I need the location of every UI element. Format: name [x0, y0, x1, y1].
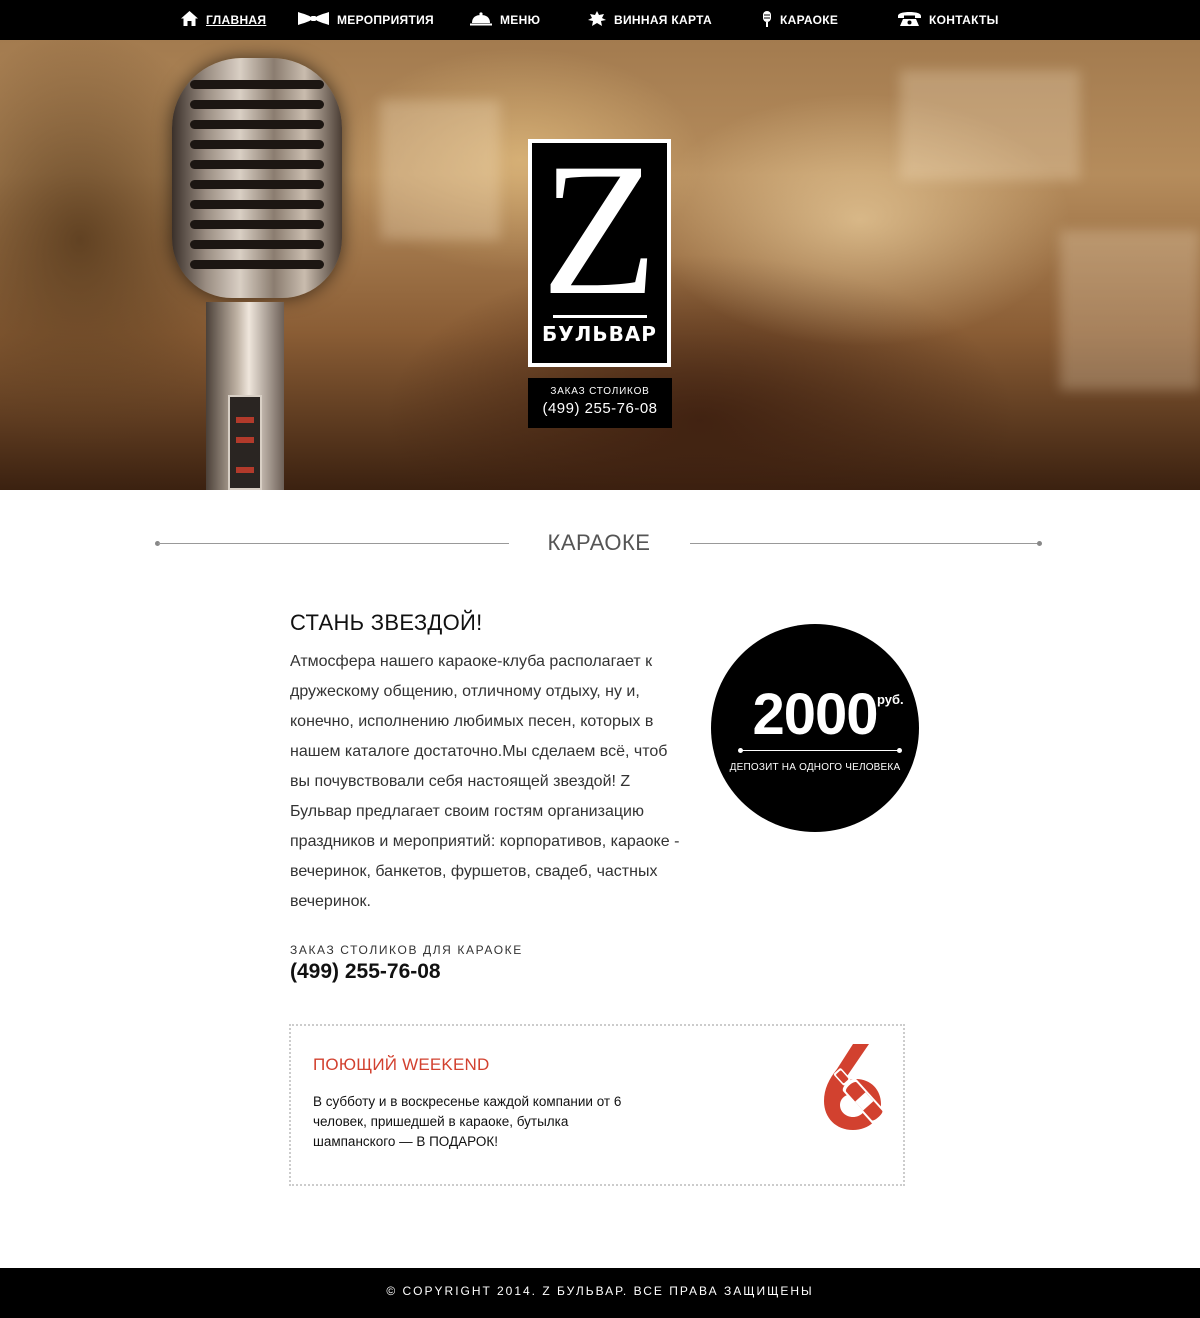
content-heading: СТАНЬ ЗВЕЗДОЙ! — [290, 610, 483, 635]
promo-box: Поющий WEEKEND В субботу и в воскресенье… — [289, 1024, 905, 1186]
hero-background-blur — [900, 70, 1080, 180]
divider-line-left — [158, 543, 509, 544]
divider-line-right — [690, 543, 1040, 544]
logo-subtitle: БУЛЬВАР — [542, 322, 657, 346]
site-footer: © Copyright 2014. Z Бульвар. Все права з… — [0, 1268, 1200, 1318]
microphone-icon — [762, 10, 772, 30]
nav-item-contacts[interactable]: Контакты — [898, 0, 999, 40]
brand-logo[interactable]: Z БУЛЬВАР — [528, 125, 671, 367]
hero-reservation-caption: Заказ столиков — [550, 386, 650, 397]
hero-reservation-box: Заказ столиков (499) 255-76-08 — [528, 378, 672, 428]
microphone-head — [172, 58, 342, 298]
nav-label-contacts: Контакты — [929, 13, 999, 27]
bowtie-icon — [298, 12, 329, 28]
cloche-icon — [470, 11, 492, 29]
microphone-badge — [228, 395, 262, 490]
promo-text: В субботу и в воскресенье каждой компани… — [313, 1094, 622, 1149]
nav-item-karaoke[interactable]: Караоке — [762, 0, 838, 40]
price-divider — [738, 748, 902, 753]
nav-label-events: Мероприятия — [337, 13, 434, 27]
hero-background-blur — [380, 100, 500, 240]
microphone-photo — [172, 58, 342, 328]
divider-dot-right — [1037, 541, 1042, 546]
grape-leaf-icon — [588, 10, 606, 30]
home-icon — [181, 11, 198, 29]
hero-banner: Z БУЛЬВАР Заказ столиков (499) 255-76-08 — [0, 40, 1200, 490]
nav-label-karaoke: Караоке — [780, 13, 839, 27]
nav-label-wine-list: Винная карта — [614, 13, 712, 27]
hero-reservation-phone[interactable]: (499) 255-76-08 — [528, 400, 672, 417]
nav-label-menu: Меню — [500, 13, 541, 27]
price-note: депозит на одного человека — [729, 762, 901, 773]
six-champagne-icon — [809, 1042, 889, 1134]
logo-letter: Z — [541, 125, 658, 335]
footer-copyright: © Copyright 2014. Z Бульвар. Все права з… — [386, 1284, 814, 1298]
telephone-icon — [898, 11, 921, 29]
nav-label-home: Главная — [206, 13, 267, 27]
nav-item-events[interactable]: Мероприятия — [298, 0, 434, 40]
nav-item-wine-list[interactable]: Винная карта — [588, 0, 712, 40]
price-badge: 2000 руб. депозит на одного человека — [711, 624, 919, 832]
nav-item-home[interactable]: Главная — [181, 0, 266, 40]
top-navigation: Главная Мероприятия Меню Винная карта Ка… — [0, 0, 1200, 40]
promo-title: Поющий WEEKEND — [313, 1055, 490, 1074]
reservation-caption: Заказ столиков для караоке — [290, 943, 523, 957]
price-amount: 2000 — [752, 682, 878, 747]
nav-item-menu[interactable]: Меню — [470, 0, 540, 40]
price-currency: руб. — [877, 692, 904, 707]
section-title: КАРАОКЕ — [547, 530, 651, 555]
reservation-phone[interactable]: (499) 255-76-08 — [290, 960, 441, 984]
hero-background-blur — [1060, 230, 1200, 390]
content-description: Атмосфера нашего караоке-клуба располага… — [290, 653, 680, 910]
